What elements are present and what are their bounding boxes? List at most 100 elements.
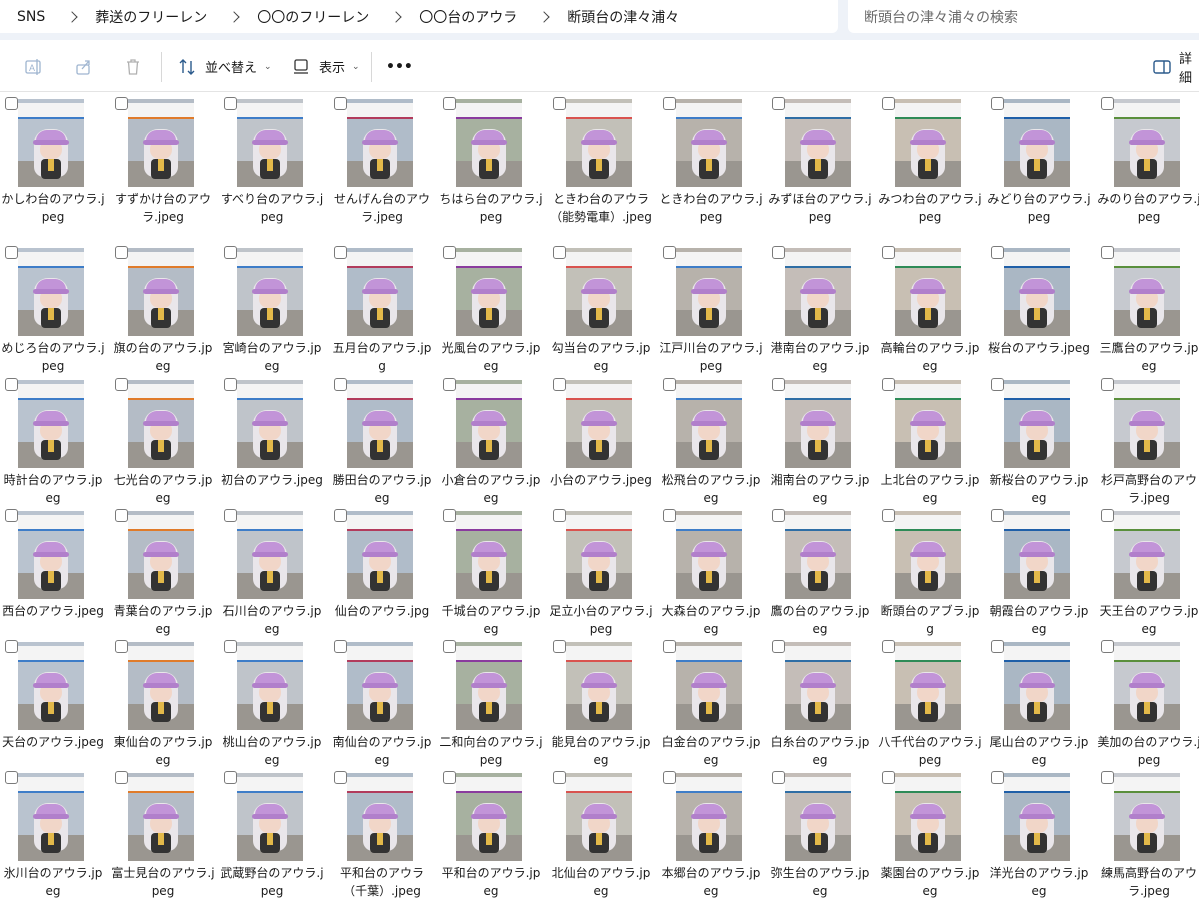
breadcrumb-item[interactable]: 〇〇のフリーレン bbox=[257, 7, 369, 27]
file-item[interactable]: 仙台のアウラ.jpg bbox=[329, 505, 435, 636]
select-checkbox[interactable] bbox=[553, 97, 566, 110]
file-item[interactable]: 青葉台のアウラ.jpeg bbox=[110, 505, 216, 636]
select-checkbox[interactable] bbox=[1101, 97, 1114, 110]
file-item[interactable]: 足立小台のアウラ.jpeg bbox=[548, 505, 654, 636]
share-button[interactable] bbox=[74, 41, 94, 92]
file-item[interactable]: 宮崎台のアウラ.jpeg bbox=[219, 242, 325, 373]
select-checkbox[interactable] bbox=[663, 640, 676, 653]
file-item[interactable]: めじろ台のアウラ.jpeg bbox=[0, 242, 106, 373]
file-item[interactable]: 鷹の台のアウラ.jpeg bbox=[767, 505, 873, 636]
select-checkbox[interactable] bbox=[991, 771, 1004, 784]
file-item[interactable]: 七光台のアウラ.jpeg bbox=[110, 374, 216, 505]
file-item[interactable]: 白金台のアウラ.jpeg bbox=[658, 636, 764, 767]
select-checkbox[interactable] bbox=[663, 509, 676, 522]
select-checkbox[interactable] bbox=[443, 640, 456, 653]
select-checkbox[interactable] bbox=[991, 378, 1004, 391]
select-checkbox[interactable] bbox=[882, 509, 895, 522]
file-item[interactable]: かしわ台のアウラ.jpeg bbox=[0, 93, 106, 224]
select-checkbox[interactable] bbox=[991, 509, 1004, 522]
more-options-button[interactable]: ••• bbox=[386, 41, 413, 92]
file-item[interactable]: 薬園台のアウラ.jpeg bbox=[877, 767, 983, 898]
select-checkbox[interactable] bbox=[334, 509, 347, 522]
file-item[interactable]: 初台のアウラ.jpeg bbox=[219, 374, 325, 505]
select-checkbox[interactable] bbox=[663, 771, 676, 784]
select-checkbox[interactable] bbox=[115, 97, 128, 110]
file-item[interactable]: 南仙台のアウラ.jpeg bbox=[329, 636, 435, 767]
sort-button[interactable]: 並べ替え ⌄ bbox=[177, 41, 272, 92]
select-checkbox[interactable] bbox=[224, 771, 237, 784]
details-pane-button[interactable]: 詳細 bbox=[1152, 41, 1199, 92]
select-checkbox[interactable] bbox=[224, 378, 237, 391]
select-checkbox[interactable] bbox=[772, 771, 785, 784]
breadcrumb-item[interactable]: 〇〇台のアウラ bbox=[419, 7, 517, 27]
file-item[interactable]: 勾当台のアウラ.jpeg bbox=[548, 242, 654, 373]
file-item[interactable]: 平和台のアウラ（千葉）.jpeg bbox=[329, 767, 435, 898]
select-checkbox[interactable] bbox=[1101, 640, 1114, 653]
file-item[interactable]: 杉戸高野台のアウラ.jpeg bbox=[1096, 374, 1199, 505]
file-item[interactable]: ときわ台のアウラ（能勢電車）.jpeg bbox=[548, 93, 654, 224]
select-checkbox[interactable] bbox=[5, 97, 18, 110]
file-item[interactable]: 新桜台のアウラ.jpeg bbox=[986, 374, 1092, 505]
file-item[interactable]: 港南台のアウラ.jpeg bbox=[767, 242, 873, 373]
select-checkbox[interactable] bbox=[443, 771, 456, 784]
select-checkbox[interactable] bbox=[443, 378, 456, 391]
select-checkbox[interactable] bbox=[334, 246, 347, 259]
select-checkbox[interactable] bbox=[882, 246, 895, 259]
select-checkbox[interactable] bbox=[772, 246, 785, 259]
select-checkbox[interactable] bbox=[224, 509, 237, 522]
file-item[interactable]: 東仙台のアウラ.jpeg bbox=[110, 636, 216, 767]
file-item[interactable]: 大森台のアウラ.jpeg bbox=[658, 505, 764, 636]
delete-button[interactable] bbox=[123, 41, 143, 92]
select-checkbox[interactable] bbox=[115, 771, 128, 784]
file-item[interactable]: 江戸川台のアウラ.jpeg bbox=[658, 242, 764, 373]
file-item[interactable]: 松飛台のアウラ.jpeg bbox=[658, 374, 764, 505]
select-checkbox[interactable] bbox=[5, 246, 18, 259]
file-item[interactable]: 石川台のアウラ.jpeg bbox=[219, 505, 325, 636]
select-checkbox[interactable] bbox=[5, 509, 18, 522]
select-checkbox[interactable] bbox=[115, 378, 128, 391]
file-item[interactable]: 天王台のアウラ.jpeg bbox=[1096, 505, 1199, 636]
select-checkbox[interactable] bbox=[882, 97, 895, 110]
select-checkbox[interactable] bbox=[663, 378, 676, 391]
file-item[interactable]: 北仙台のアウラ.jpeg bbox=[548, 767, 654, 898]
select-checkbox[interactable] bbox=[115, 640, 128, 653]
file-item[interactable]: 西台のアウラ.jpeg bbox=[0, 505, 106, 636]
select-checkbox[interactable] bbox=[334, 378, 347, 391]
file-item[interactable]: 洋光台のアウラ.jpeg bbox=[986, 767, 1092, 898]
file-item[interactable]: みつわ台のアウラ.jpeg bbox=[877, 93, 983, 224]
file-item[interactable]: 旗の台のアウラ.jpeg bbox=[110, 242, 216, 373]
select-checkbox[interactable] bbox=[115, 246, 128, 259]
file-item[interactable]: ちはら台のアウラ.jpeg bbox=[438, 93, 544, 224]
select-checkbox[interactable] bbox=[553, 509, 566, 522]
file-item[interactable]: 時計台のアウラ.jpeg bbox=[0, 374, 106, 505]
select-checkbox[interactable] bbox=[553, 378, 566, 391]
select-checkbox[interactable] bbox=[5, 378, 18, 391]
file-item[interactable]: 練馬高野台のアウラ.jpeg bbox=[1096, 767, 1199, 898]
select-checkbox[interactable] bbox=[772, 509, 785, 522]
select-checkbox[interactable] bbox=[772, 640, 785, 653]
file-item[interactable]: 千城台のアウラ.jpeg bbox=[438, 505, 544, 636]
file-item[interactable]: 武蔵野台のアウラ.jpeg bbox=[219, 767, 325, 898]
file-item[interactable]: すずかけ台のアウラ.jpeg bbox=[110, 93, 216, 224]
file-item[interactable]: 平和台のアウラ.jpeg bbox=[438, 767, 544, 898]
file-item[interactable]: 小倉台のアウラ.jpeg bbox=[438, 374, 544, 505]
file-item[interactable]: 桜台のアウラ.jpeg bbox=[986, 242, 1092, 373]
file-item[interactable]: 氷川台のアウラ.jpeg bbox=[0, 767, 106, 898]
select-checkbox[interactable] bbox=[115, 509, 128, 522]
select-checkbox[interactable] bbox=[882, 378, 895, 391]
file-item[interactable]: 五月台のアウラ.jpg bbox=[329, 242, 435, 373]
file-item[interactable]: 富士見台のアウラ.jpeg bbox=[110, 767, 216, 898]
file-item[interactable]: 本郷台のアウラ.jpeg bbox=[658, 767, 764, 898]
file-item[interactable]: 上北台のアウラ.jpeg bbox=[877, 374, 983, 505]
select-checkbox[interactable] bbox=[882, 640, 895, 653]
select-checkbox[interactable] bbox=[663, 97, 676, 110]
file-item[interactable]: 高輪台のアウラ.jpeg bbox=[877, 242, 983, 373]
select-checkbox[interactable] bbox=[991, 640, 1004, 653]
file-item[interactable]: 桃山台のアウラ.jpeg bbox=[219, 636, 325, 767]
select-checkbox[interactable] bbox=[1101, 246, 1114, 259]
select-checkbox[interactable] bbox=[443, 97, 456, 110]
file-item[interactable]: みずほ台のアウラ.jpeg bbox=[767, 93, 873, 224]
file-item[interactable]: 美加の台のアウラ.jpeg bbox=[1096, 636, 1199, 767]
file-item[interactable]: みどり台のアウラ.jpeg bbox=[986, 93, 1092, 224]
select-checkbox[interactable] bbox=[553, 640, 566, 653]
